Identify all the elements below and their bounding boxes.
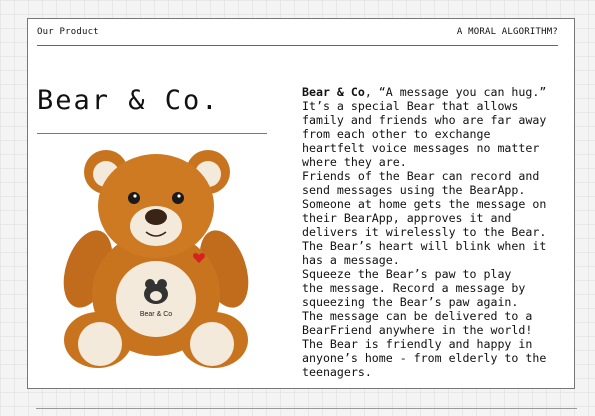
product-slide: Our Product A MORAL ALGORITHM? Bear & Co… <box>27 18 575 389</box>
header-divider <box>37 45 558 46</box>
product-title: Bear & Co. <box>37 85 220 116</box>
brand-name: Bear & Co <box>302 85 365 99</box>
description-paragraph-1: Bear & Co, “A message you can hug.” It’s… <box>302 85 547 169</box>
teddy-bear-image: Bear & Co <box>63 150 249 368</box>
bottom-divider <box>36 408 577 409</box>
section-label: Our Product <box>37 27 99 37</box>
header-topic: A MORAL ALGORITHM? <box>456 27 558 37</box>
description-paragraph-3: Squeeze the Bear’s paw to play the messa… <box>302 267 547 379</box>
title-divider <box>37 133 267 134</box>
product-description: Bear & Co, “A message you can hug.” It’s… <box>302 85 570 379</box>
description-paragraph-2: Friends of the Bear can record and send … <box>302 169 547 267</box>
svg-text:Bear & Co: Bear & Co <box>140 311 172 318</box>
